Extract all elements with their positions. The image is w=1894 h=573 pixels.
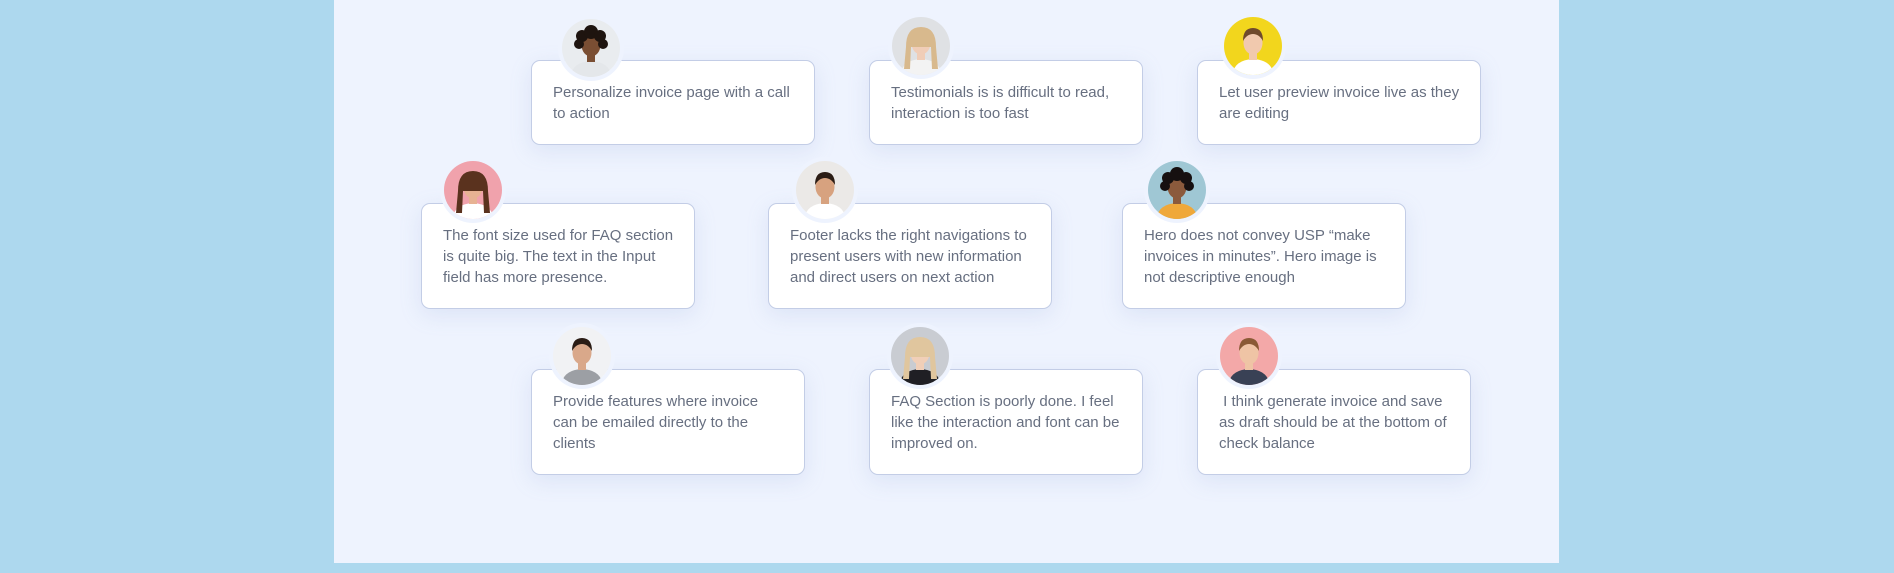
feedback-card: I think generate invoice and save as dra… — [1197, 369, 1471, 475]
feedback-text: FAQ Section is poorly done. I feel like … — [891, 393, 1124, 452]
user-avatar — [796, 161, 854, 219]
user-avatar — [553, 327, 611, 385]
avatar-portrait-icon — [1220, 327, 1278, 385]
user-avatar — [1148, 161, 1206, 219]
avatar-portrait-icon — [444, 161, 502, 219]
feedback-text: Let user preview invoice live as they ar… — [1219, 84, 1464, 122]
user-avatar — [444, 161, 502, 219]
user-avatar — [1224, 17, 1282, 75]
feedback-card: Let user preview invoice live as they ar… — [1197, 60, 1481, 145]
avatar-portrait-icon — [1148, 161, 1206, 219]
feedback-text: Footer lacks the right navigations to pr… — [790, 227, 1031, 286]
avatar-portrait-icon — [796, 161, 854, 219]
feedback-card: Footer lacks the right navigations to pr… — [768, 203, 1052, 309]
feedback-text: The font size used for FAQ section is qu… — [443, 227, 678, 286]
feedback-text: Provide features where invoice can be em… — [553, 393, 763, 452]
avatar-portrait-icon — [553, 327, 611, 385]
avatar-portrait-icon — [892, 17, 950, 75]
feedback-text: Testimonials is is difficult to read, in… — [891, 84, 1114, 122]
user-avatar — [891, 327, 949, 385]
feedback-card: FAQ Section is poorly done. I feel like … — [869, 369, 1143, 475]
feedback-card: Provide features where invoice can be em… — [531, 369, 805, 475]
avatar-portrait-icon — [1224, 17, 1282, 75]
feedback-card: Personalize invoice page with a call to … — [531, 60, 815, 145]
user-avatar — [1220, 327, 1278, 385]
user-avatar — [562, 19, 620, 77]
avatar-portrait-icon — [562, 19, 620, 77]
feedback-card: The font size used for FAQ section is qu… — [421, 203, 695, 309]
feedback-text: Hero does not convey USP “make invoices … — [1144, 227, 1381, 286]
user-avatar — [892, 17, 950, 75]
feedback-text: Personalize invoice page with a call to … — [553, 84, 794, 122]
feedback-board: Personalize invoice page with a call to … — [334, 0, 1559, 563]
avatar-portrait-icon — [891, 327, 949, 385]
feedback-text: I think generate invoice and save as dra… — [1219, 393, 1451, 452]
feedback-card: Hero does not convey USP “make invoices … — [1122, 203, 1406, 309]
